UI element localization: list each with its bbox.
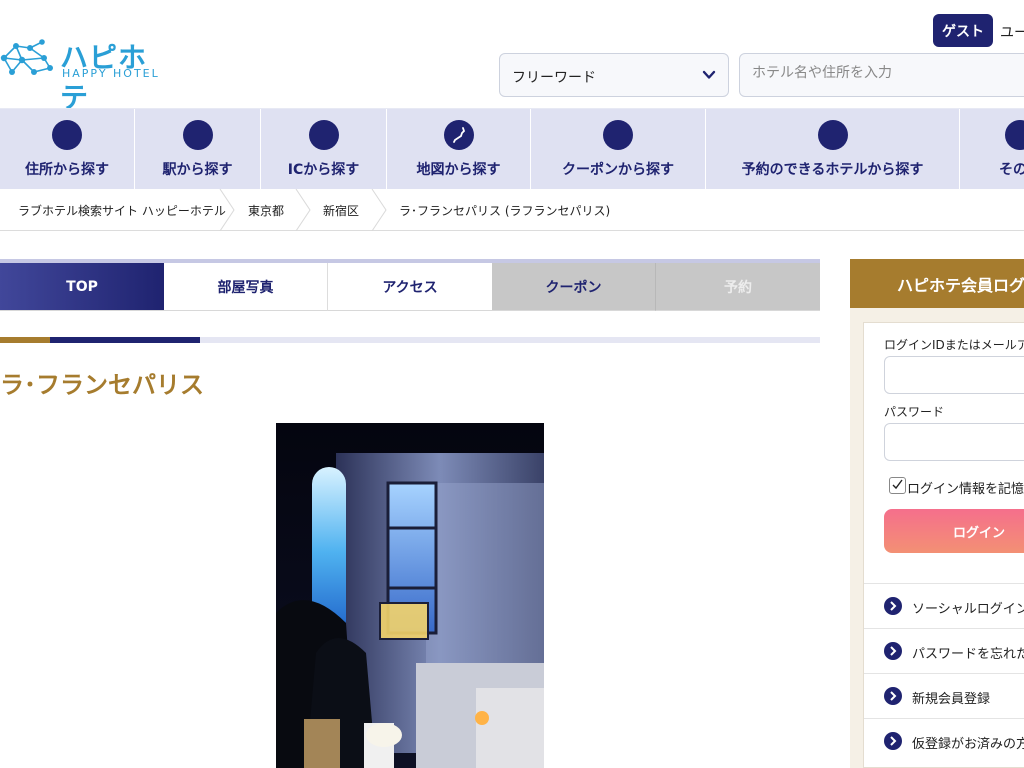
- link-label: ソーシャルログイン: [912, 602, 1024, 617]
- search-input[interactable]: [752, 65, 1012, 81]
- progress-navy-segment: [50, 337, 200, 343]
- tab-access[interactable]: アクセス: [328, 263, 492, 311]
- link-label: 新規会員登録: [912, 692, 991, 707]
- logo-network-icon: [0, 39, 53, 75]
- nav-item-station[interactable]: 駅から探す: [135, 109, 261, 190]
- tab-reservation: 予約: [656, 263, 820, 311]
- logo-subtext: HAPPY HOTEL: [62, 67, 160, 80]
- nav-item-label: 住所から探す: [25, 162, 109, 178]
- tab-room-photos[interactable]: 部屋写真: [164, 263, 328, 311]
- breadcrumb-item-city[interactable]: 新宿区: [323, 202, 359, 219]
- page: ハピホテ HAPPY HOTEL ゲスト ユー フリーワード 住所から探す 駅か…: [0, 0, 1024, 768]
- link-label: 仮登録がお済みの方: [912, 737, 1024, 752]
- password-field[interactable]: [884, 423, 1024, 461]
- user-label[interactable]: ユー: [1000, 22, 1024, 42]
- japan-map-icon: [452, 127, 465, 143]
- login-button[interactable]: ログイン: [884, 509, 1024, 553]
- search-type-value: フリーワード: [512, 70, 596, 86]
- login-panel-header: ハピホテ会員ログ: [850, 259, 1024, 308]
- address-icon: [52, 120, 82, 150]
- station-icon: [182, 120, 213, 150]
- tab-coupon[interactable]: クーポン: [492, 263, 656, 311]
- breadcrumb-separator-icon: [295, 189, 311, 231]
- remember-login-label[interactable]: ログイン情報を記憶す: [907, 478, 1024, 497]
- register-link[interactable]: 新規会員登録: [864, 673, 1024, 718]
- breadcrumb-separator-icon: [219, 189, 235, 231]
- arrow-right-icon: [884, 597, 902, 615]
- nav-item-ic[interactable]: ICから探す: [261, 109, 387, 190]
- nav-item-more[interactable]: その他: [960, 109, 1024, 190]
- site-logo[interactable]: ハピホテ HAPPY HOTEL: [0, 36, 172, 114]
- more-icon: [1005, 120, 1024, 150]
- nav-item-label: ICから探す: [287, 162, 360, 178]
- link-label: パスワードを忘れた方: [912, 647, 1024, 662]
- provisional-registration-link[interactable]: 仮登録がお済みの方: [864, 718, 1024, 763]
- nav-item-coupon[interactable]: クーポンから探す: [531, 109, 706, 190]
- hotel-name: ラ･フランセパリス: [0, 371, 204, 399]
- nav-item-address[interactable]: 住所から探す: [0, 109, 135, 190]
- chevron-down-icon: [702, 70, 716, 79]
- arrow-right-icon: [884, 642, 902, 660]
- breadcrumb-item-current: ラ･フランセパリス (ラフランセパリス): [399, 204, 611, 218]
- nav-item-reservation[interactable]: 予約のできるホテルから探す: [706, 109, 960, 190]
- nav-item-label: その他: [999, 162, 1024, 178]
- section-progress-bar: [0, 337, 820, 343]
- coupon-icon: [603, 120, 633, 150]
- tab-top[interactable]: TOP: [0, 263, 164, 311]
- breadcrumb: ラブホテル検索サイト ハッピーホテル 東京都 新宿区 ラ･フランセパリス (ラフ…: [0, 189, 1024, 231]
- social-login-link[interactable]: ソーシャルログイン: [864, 583, 1024, 628]
- search-field[interactable]: [739, 53, 1024, 97]
- nav-item-label: 予約のできるホテルから探す: [741, 162, 924, 178]
- arrow-right-icon: [884, 687, 902, 705]
- hotel-exterior-image: [276, 423, 544, 768]
- breadcrumb-item-home[interactable]: ラブホテル検索サイト ハッピーホテル: [18, 202, 226, 219]
- progress-gold-segment: [0, 337, 50, 343]
- nav-item-label: クーポンから探す: [562, 162, 674, 178]
- nav-item-label: 駅から探す: [162, 162, 233, 178]
- search-type-select[interactable]: フリーワード: [499, 53, 729, 97]
- main-nav: 住所から探す 駅から探す ICから探す 地図から探す クーポンから探す 予約ので…: [0, 108, 1024, 190]
- arrow-right-icon: [884, 732, 902, 750]
- nav-item-label: 地図から探す: [416, 162, 501, 178]
- ic-icon: [308, 120, 339, 150]
- password-label: パスワード: [884, 405, 945, 419]
- breadcrumb-separator-icon: [371, 189, 387, 231]
- reservation-icon: [817, 120, 848, 150]
- checkmark-icon: [892, 479, 903, 490]
- login-panel-title: ハピホテ会員ログ: [897, 276, 1024, 295]
- remember-login-checkbox[interactable]: [889, 477, 906, 494]
- hotel-exterior-photo: [276, 423, 544, 768]
- guest-badge[interactable]: ゲスト: [933, 14, 993, 47]
- login-id-field[interactable]: [884, 356, 1024, 394]
- breadcrumb-item-prefecture[interactable]: 東京都: [248, 202, 284, 219]
- forgot-password-link[interactable]: パスワードを忘れた方: [864, 628, 1024, 673]
- login-id-label: ログインIDまたはメールアドレ: [884, 338, 1024, 352]
- login-button-label: ログイン: [953, 526, 1006, 541]
- nav-item-map[interactable]: 地図から探す: [387, 109, 531, 190]
- map-icon: [443, 120, 474, 150]
